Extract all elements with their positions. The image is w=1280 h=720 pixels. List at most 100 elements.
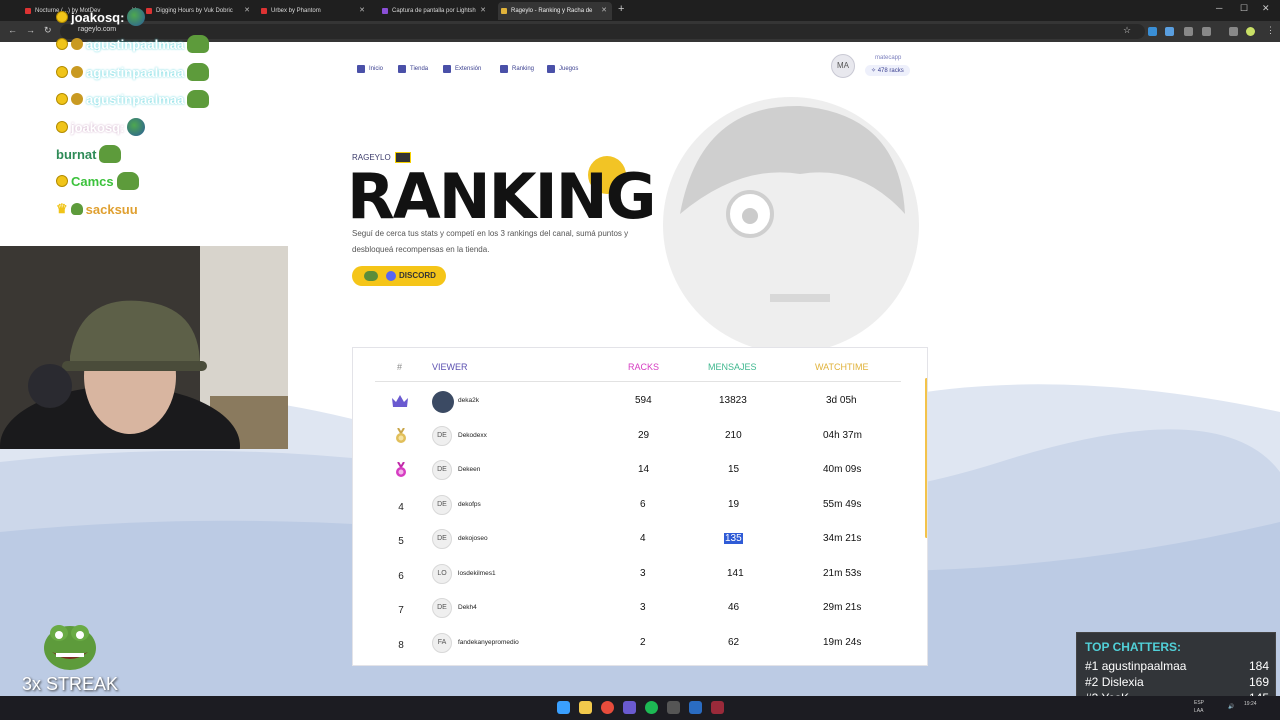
nav-extension[interactable]: Extensión: [443, 62, 481, 76]
discord-button[interactable]: DISCORD: [352, 266, 446, 286]
header-divider: [375, 381, 901, 382]
app-icon[interactable]: [623, 701, 636, 714]
crown-icon: [392, 395, 408, 407]
nav-tienda[interactable]: Tienda: [398, 62, 428, 76]
chat-message: joakosq:: [56, 116, 146, 138]
close-tab-icon[interactable]: ✕: [601, 2, 607, 20]
extension-icon[interactable]: [1184, 27, 1193, 36]
table-row[interactable]: 5 DE dekojoseo 4 135 34m 21s: [353, 522, 927, 556]
badge-icon: [56, 93, 68, 105]
coin-badge-icon: [71, 93, 83, 105]
nav-inicio[interactable]: Inicio: [357, 62, 383, 76]
app-icon[interactable]: [711, 701, 724, 714]
ranking-table: # VIEWER RACKS MENSAJES WATCHTIME deka2k…: [352, 347, 928, 666]
maximize-icon[interactable]: ☐: [1240, 3, 1248, 14]
extensions-puzzle-icon[interactable]: [1202, 27, 1211, 36]
globe-emote-icon: [127, 8, 146, 26]
chat-message: Camcs: [56, 170, 139, 192]
file-explorer-icon[interactable]: [579, 701, 592, 714]
close-tab-icon[interactable]: ✕: [359, 2, 365, 20]
new-tab-button[interactable]: +: [618, 3, 624, 15]
background-avatar-illustration: [663, 97, 919, 353]
extension-icon[interactable]: [1165, 27, 1174, 36]
profile-icon[interactable]: [1246, 27, 1255, 36]
clock[interactable]: 19:24: [1244, 701, 1257, 707]
chat-message: agustinpaalmaa: [56, 88, 210, 110]
pink-medal-icon: [396, 462, 406, 477]
avatar: LO: [432, 564, 452, 584]
start-icon[interactable]: [557, 701, 570, 714]
table-row[interactable]: 8 FA fandekanyepromedio 2 62 19m 24s: [353, 626, 927, 660]
chat-message: agustinpaalmaa: [56, 33, 210, 55]
table-row[interactable]: 4 DE dekofps 6 19 55m 49s: [353, 488, 927, 522]
avatar: DE: [432, 495, 452, 515]
webcam-feed: [0, 246, 288, 449]
globe-emote-icon: [127, 118, 146, 136]
nav-ranking[interactable]: Ranking: [500, 62, 534, 76]
games-icon: [547, 65, 555, 73]
rageylo-favicon: [501, 8, 507, 14]
badge-icon: [56, 11, 68, 23]
minimize-icon[interactable]: ─: [1216, 3, 1222, 13]
crown-badge-icon: ♛: [56, 201, 68, 216]
avatar: DE: [432, 426, 452, 446]
close-window-icon[interactable]: ✕: [1262, 3, 1270, 14]
avatar: DE: [432, 460, 452, 480]
chatter-row: #1 agustinpaalmaa 184: [1085, 659, 1269, 673]
volume-icon[interactable]: 🔊: [1228, 704, 1234, 710]
badge-icon: [56, 121, 68, 133]
user-profile[interactable]: MA matecapp ✧ 478 racks: [831, 54, 910, 78]
bookmark-star-icon[interactable]: ☆: [1123, 25, 1131, 36]
extension-icon[interactable]: [1148, 27, 1157, 36]
badge-icon: [56, 38, 68, 50]
frog-badge-icon: [70, 203, 83, 215]
avatar[interactable]: MA: [831, 54, 855, 78]
lightshot-icon: [382, 8, 388, 14]
header-viewer[interactable]: VIEWER: [432, 362, 468, 372]
app-icon[interactable]: [667, 701, 680, 714]
table-row[interactable]: 6 LO losdekilmes1 3 141 21m 53s: [353, 557, 927, 591]
menu-icon[interactable]: ⋮: [1266, 25, 1275, 36]
windows-taskbar: ESP LAA 🔊 19:24: [0, 696, 1280, 720]
steam-icon[interactable]: [689, 701, 702, 714]
selected-text: 135: [724, 533, 743, 544]
nav-juegos[interactable]: Juegos: [547, 62, 578, 76]
chrome-icon[interactable]: [601, 701, 614, 714]
header-racks[interactable]: RACKS: [628, 362, 659, 372]
table-row[interactable]: deka2k 594 13823 3d 05h: [353, 384, 927, 418]
avatar: DE: [432, 529, 452, 549]
rank-number: 8: [398, 640, 404, 651]
extension-icon: [443, 65, 451, 73]
browser-tab-4[interactable]: Captura de pantalla por Lightsh ✕: [379, 2, 491, 20]
table-row[interactable]: DE Dekeen 14 15 40m 09s: [353, 453, 927, 487]
browser-tab-active[interactable]: Rageylo - Ranking y Racha de ✕: [498, 2, 612, 20]
chat-message: joakosq:: [56, 6, 146, 28]
spotify-icon[interactable]: [645, 701, 658, 714]
ranking-icon: [500, 65, 508, 73]
badge-icon: [56, 175, 68, 187]
webcam-image: [0, 246, 288, 449]
reload-icon[interactable]: ↻: [44, 25, 52, 36]
forward-icon[interactable]: →: [26, 25, 35, 35]
stream-chat-overlay: joakosq: agustinpaalmaa agustinpaalmaa a…: [56, 6, 356, 246]
username: matecapp: [875, 55, 902, 61]
avatar: FA: [432, 633, 452, 653]
download-icon[interactable]: [1229, 27, 1238, 36]
close-tab-icon[interactable]: ✕: [480, 2, 486, 20]
rank-number: 4: [398, 502, 404, 513]
racks-balance: ✧ 478 racks: [865, 65, 910, 76]
table-row[interactable]: 7 DE Dekh4 3 46 29m 21s: [353, 591, 927, 625]
header-watchtime[interactable]: WATCHTIME: [815, 362, 869, 372]
table-row[interactable]: DE Dekodexx 29 210 04h 37m: [353, 419, 927, 453]
frog-emote-icon: [99, 145, 122, 163]
rank-number: 7: [398, 605, 404, 616]
chat-message: burnat: [56, 143, 122, 165]
frog-emote-icon: [116, 172, 139, 190]
frog-emote-icon: [187, 35, 210, 53]
top-chatters-title: TOP CHATTERS:: [1085, 640, 1182, 654]
back-icon[interactable]: ←: [8, 25, 17, 35]
header-mensajes[interactable]: MENSAJES: [708, 362, 757, 372]
badge-icon: [56, 66, 68, 78]
frog-emote-icon: [44, 625, 96, 670]
home-icon: [357, 65, 365, 73]
